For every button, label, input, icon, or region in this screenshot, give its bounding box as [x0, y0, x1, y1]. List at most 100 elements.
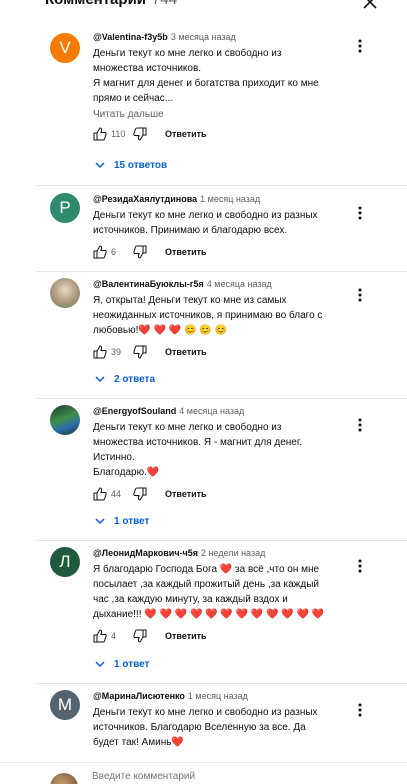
comment-text-line: любовью!❤️ ❤️ ❤️ 😊 😊 😊: [93, 325, 228, 336]
reply-button[interactable]: Ответить: [165, 129, 207, 139]
replies-count: 1 ответ: [114, 515, 150, 527]
comment-input-row: [0, 762, 407, 784]
comment-text: Деньги текут ко мне легко и свободно из …: [93, 705, 383, 750]
comment-text-line: час ,за каждую минуту, за каждый вздох и: [93, 594, 288, 605]
thumbs-down-icon[interactable]: [133, 127, 147, 141]
comment-text-line: Деньги текут ко мне легко и свободно из …: [93, 707, 318, 718]
comment-author[interactable]: @ЛеонидМаркович-ч5я: [93, 548, 198, 558]
avatar[interactable]: Р: [50, 193, 80, 223]
avatar[interactable]: М: [50, 690, 80, 720]
comment-text-line: неожиданных источников, я принимаю во бл…: [93, 310, 323, 321]
comment-text-line: Я магнит для денег и богатства приходит …: [93, 78, 319, 89]
comment-text-line: дыхание!!! ❤️ ❤️ ❤️ ❤️ ❤️ ❤️ ❤️ ❤️ ❤️ ❤️…: [93, 609, 325, 620]
reply-button[interactable]: Ответить: [165, 631, 207, 641]
comments-count: 744: [152, 0, 177, 8]
comment-author[interactable]: @МаринаЛисютенко: [93, 691, 185, 701]
avatar[interactable]: Л: [50, 547, 80, 577]
chevron-down-icon: [95, 518, 105, 525]
comment-input[interactable]: [92, 771, 382, 782]
more-options-icon[interactable]: [352, 702, 368, 718]
comment-actions: 6 Ответить: [93, 244, 383, 260]
like-count: 44: [111, 489, 122, 499]
replies-toggle[interactable]: 1 ответ: [94, 515, 149, 527]
reply-button[interactable]: Ответить: [165, 347, 207, 357]
divider: [37, 540, 407, 541]
comment-time[interactable]: 2 недели назад: [201, 548, 265, 558]
replies-toggle[interactable]: 2 ответа: [94, 373, 155, 385]
replies-toggle[interactable]: 15 ответов: [94, 159, 167, 171]
close-icon[interactable]: [360, 0, 380, 12]
user-avatar: [50, 773, 78, 784]
thumbs-up-icon[interactable]: [93, 245, 107, 259]
thumbs-down-icon[interactable]: [133, 629, 147, 643]
divider: [37, 185, 407, 186]
avatar[interactable]: [50, 405, 80, 435]
comment-actions: 39 Ответить: [93, 344, 383, 360]
comment-text-line: Истинно.: [93, 452, 135, 463]
like-count: 110: [111, 129, 126, 139]
comments-title: Комментарии 744: [45, 0, 177, 8]
comment-text-line: Благодарю.❤️: [93, 467, 160, 478]
comment-text: Деньги текут ко мне легко и свободно из …: [93, 208, 383, 238]
comment-author[interactable]: @Valentina-f3y5b: [93, 32, 168, 42]
comment-time[interactable]: 1 месяц назад: [200, 194, 260, 204]
comment-text-line: Я благодарю Господа Бога ❤️ за всё ,что …: [93, 564, 320, 575]
comment-text-line: множества источников. Я - магнит для ден…: [93, 437, 303, 448]
comment-text-line: Деньги текут ко мне легко и свободно из: [93, 422, 282, 433]
chevron-down-icon: [95, 376, 105, 383]
divider: [37, 271, 407, 272]
comment-author[interactable]: @РезидаХаялутдинова: [93, 194, 197, 204]
comment-text: Я благодарю Господа Бога ❤️ за всё ,что …: [93, 562, 383, 622]
comment-time[interactable]: 4 месяца назад: [179, 406, 244, 416]
divider: [37, 683, 407, 684]
comment-time[interactable]: 1 месяц назад: [188, 691, 248, 701]
thumbs-up-icon[interactable]: [93, 629, 107, 643]
comment-text-line: прямо и сейчас...: [93, 93, 174, 104]
comments-title-text: Комментарии: [45, 0, 146, 8]
more-options-icon[interactable]: [352, 417, 368, 433]
comment-time[interactable]: 4 месяца назад: [207, 279, 272, 289]
chevron-down-icon: [95, 162, 105, 169]
comments-header: Комментарии 744: [0, 0, 407, 12]
like-count: 6: [111, 247, 117, 257]
thumbs-down-icon[interactable]: [133, 245, 147, 259]
thumbs-up-icon[interactable]: [93, 127, 107, 141]
read-more-link[interactable]: Читать дальше: [93, 109, 383, 120]
comment-text: Деньги текут ко мне легко и свободно из …: [93, 46, 383, 106]
comment-actions: 110 Ответить: [93, 126, 383, 142]
thumbs-down-icon[interactable]: [133, 487, 147, 501]
avatar-letter: М: [57, 695, 73, 714]
like-count: 39: [111, 347, 122, 357]
comment-text-line: посылает ,за каждый прожитый день ,за ка…: [93, 579, 319, 590]
chevron-down-icon: [95, 661, 105, 668]
more-options-icon[interactable]: [352, 205, 368, 221]
replies-count: 15 ответов: [114, 159, 168, 171]
more-options-icon[interactable]: [352, 38, 368, 54]
avatar-letter: Л: [59, 552, 71, 571]
comment-text-line: Деньги текут ко мне легко и свободно из …: [93, 210, 318, 221]
comment-text-line: Я, открыта! Деньги текут ко мне из самых: [93, 295, 287, 306]
like-count: 4: [111, 631, 117, 641]
comment-author[interactable]: @ВалентинаБуюклы-г5я: [93, 279, 204, 289]
reply-button[interactable]: Ответить: [165, 247, 207, 257]
divider: [37, 398, 407, 399]
more-options-icon[interactable]: [352, 558, 368, 574]
avatar-letter: V: [59, 38, 71, 57]
comment-text-line: будет так! Аминь❤️: [93, 737, 184, 748]
replies-toggle[interactable]: 1 ответ: [94, 658, 149, 670]
thumbs-up-icon[interactable]: [93, 345, 107, 359]
comment-text: Я, открыта! Деньги текут ко мне из самых…: [93, 293, 383, 338]
comment-text-line: источников. Благодарю Вселенную за все. …: [93, 722, 306, 733]
comment-time[interactable]: 3 месяца назад: [171, 32, 236, 42]
comment-text-line: Деньги текут ко мне легко и свободно из: [93, 48, 282, 59]
comment-text: Деньги текут ко мне легко и свободно из …: [93, 420, 383, 480]
replies-count: 1 ответ: [114, 658, 150, 670]
thumbs-up-icon[interactable]: [93, 487, 107, 501]
avatar-letter: Р: [59, 198, 71, 217]
avatar[interactable]: V: [50, 33, 80, 63]
comment-author[interactable]: @EnergyofSouland: [93, 406, 176, 416]
reply-button[interactable]: Ответить: [165, 489, 207, 499]
more-options-icon[interactable]: [352, 287, 368, 303]
avatar[interactable]: [50, 278, 80, 308]
thumbs-down-icon[interactable]: [133, 345, 147, 359]
